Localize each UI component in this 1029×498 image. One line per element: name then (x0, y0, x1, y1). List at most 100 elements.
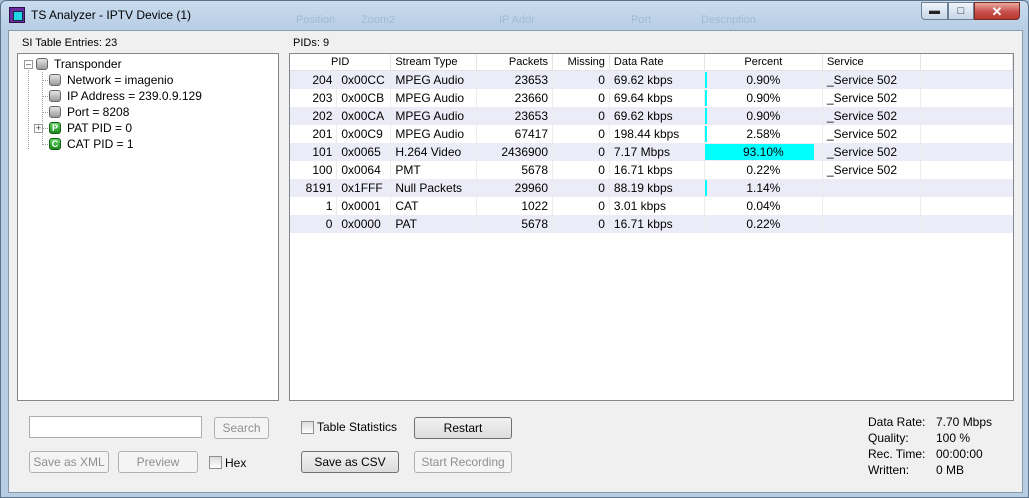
column-header-missing[interactable]: Missing (552, 54, 610, 71)
table-row[interactable]: 202 0x00CA MPEG Audio 23653 0 69.62 kbps 0.90%… (290, 107, 1013, 125)
table-row[interactable]: 100 0x0064 PMT 5678 0 16.71 kbps 0.22% _Service… (290, 161, 1013, 179)
percent-value: 93.10% (742, 145, 784, 159)
missing-cell: 0 (552, 89, 610, 107)
table-header-row: PID Stream Type Packets Missing Data Rat… (290, 54, 1013, 71)
table-row[interactable]: 1 0x0001 CAT 1022 0 3.01 kbps 0.04% (290, 197, 1013, 215)
column-header-percent[interactable]: Percent (704, 54, 823, 71)
table-row[interactable]: 204 0x00CC MPEG Audio 23653 0 69.62 kbps 0.90%… (290, 70, 1013, 89)
stream-type-cell: MPEG Audio (390, 125, 478, 143)
close-button[interactable]: ✕ (974, 2, 1020, 20)
stat-value-data-rate: 7.70 Mbps (936, 415, 993, 429)
table-statistics-label: Table Statistics (317, 420, 398, 434)
stream-type-cell: MPEG Audio (390, 107, 478, 125)
stream-type-cell: Null Packets (390, 179, 478, 197)
hex-checkbox[interactable] (209, 456, 222, 469)
close-icon: ✕ (991, 3, 1003, 19)
service-cell: _Service 502 (822, 143, 921, 161)
service-cell: _Service 502 (822, 161, 921, 179)
missing-cell: 0 (552, 215, 610, 233)
search-input[interactable] (29, 416, 202, 438)
table-row[interactable]: 0 0x0000 PAT 5678 0 16.71 kbps 0.22% (290, 215, 1013, 233)
percent-value: 2.58% (746, 127, 781, 141)
column-header-pid[interactable]: PID (290, 54, 392, 71)
tree-item-network[interactable]: Network = imagenio (49, 72, 173, 88)
missing-cell: 0 (552, 161, 610, 179)
hex-label: Hex (225, 456, 247, 470)
pid-hex-cell: 0x0001 (336, 197, 392, 215)
pids-header: PIDs: 9 (293, 37, 330, 49)
table-row[interactable]: 201 0x00C9 MPEG Audio 67417 0 198.44 kbps 2.58… (290, 125, 1013, 143)
stat-value-rec-time: 00:00:00 (936, 447, 983, 461)
packets-cell: 23653 (476, 107, 554, 125)
column-header-filler (920, 54, 1013, 71)
tree-item-ip-address[interactable]: IP Address = 239.0.9.129 (49, 88, 202, 104)
percent-cell: 0.90% (704, 70, 823, 89)
stat-value-written: 0 MB (936, 463, 965, 477)
percent-cell: 0.04% (704, 197, 823, 215)
save-as-xml-button[interactable]: Save as XML (29, 451, 109, 473)
pid-cell: 8191 (290, 179, 338, 197)
pid-cell: 1 (290, 197, 338, 215)
percent-value: 0.90% (746, 109, 781, 123)
missing-cell: 0 (552, 107, 610, 125)
column-header-stream-type[interactable]: Stream Type (390, 54, 478, 71)
table-statistics-checkbox[interactable] (301, 421, 314, 434)
pid-grid[interactable]: PID Stream Type Packets Missing Data Rat… (289, 53, 1014, 401)
stat-label-rec-time: Rec. Time: (868, 447, 926, 461)
data-rate-cell: 69.64 kbps (609, 89, 705, 107)
percent-value: 0.22% (746, 217, 781, 231)
maximize-button[interactable]: □ (948, 2, 974, 20)
client-area: SI Table Entries: 23 – Transponder Netwo… (8, 30, 1023, 493)
tree-item-label: IP Address = 239.0.9.129 (67, 89, 202, 103)
stream-type-cell: MPEG Audio (390, 89, 478, 107)
pid-hex-cell: 0x00CC (336, 70, 392, 89)
tree-item-label: Port = 8208 (67, 105, 130, 119)
green-c-icon: C (49, 138, 61, 150)
packets-cell: 23653 (476, 70, 554, 89)
column-header-data-rate[interactable]: Data Rate (609, 54, 705, 71)
collapse-toggle-icon[interactable]: – (24, 60, 33, 69)
ghost-header-label: Description (701, 14, 757, 26)
title-bar[interactable]: TS Analyzer - IPTV Device (1) Position Z… (1, 1, 1028, 29)
percent-value: 1.14% (746, 181, 781, 195)
stat-label-quality: Quality: (868, 431, 909, 445)
table-row[interactable]: 8191 0x1FFF Null Packets 29960 0 88.19 kbps 1.… (290, 179, 1013, 197)
window-title: TS Analyzer - IPTV Device (1) (31, 8, 192, 22)
table-row[interactable]: 203 0x00CB MPEG Audio 23660 0 69.64 kbps 0.90%… (290, 89, 1013, 107)
expand-toggle-icon[interactable]: + (34, 124, 43, 133)
tree-item-transponder[interactable]: Transponder (36, 56, 122, 72)
filler-cell (920, 197, 1012, 215)
tree-line (28, 67, 29, 149)
pid-cell: 202 (290, 107, 338, 125)
pid-cell: 0 (290, 215, 338, 233)
pid-hex-cell: 0x1FFF (336, 179, 392, 197)
restart-button[interactable]: Restart (414, 417, 512, 439)
pid-hex-cell: 0x0064 (336, 161, 392, 179)
stream-type-cell: PMT (390, 161, 478, 179)
save-as-csv-button[interactable]: Save as CSV (301, 451, 399, 473)
missing-cell: 0 (552, 197, 610, 215)
table-row[interactable]: 101 0x0065 H.264 Video 2436900 0 7.17 Mbps 93.… (290, 143, 1013, 161)
tree-item-label: PAT PID = 0 (67, 121, 133, 135)
preview-button[interactable]: Preview (118, 451, 198, 473)
si-tree-view[interactable]: – Transponder Network = imagenio IP Addr… (17, 53, 279, 401)
gray-node-icon (36, 58, 48, 70)
filler-cell (920, 143, 1013, 161)
pid-cell: 100 (290, 161, 338, 179)
tree-item-port[interactable]: Port = 8208 (49, 104, 129, 120)
search-button[interactable]: Search (214, 417, 269, 439)
filler-cell (920, 107, 1013, 125)
tree-item-cat-pid[interactable]: C CAT PID = 1 (49, 136, 134, 152)
tree-item-label: Transponder (54, 57, 122, 71)
column-header-service[interactable]: Service (822, 54, 921, 71)
minimize-button[interactable]: ▬ (921, 2, 948, 20)
stat-label-data-rate: Data Rate: (868, 415, 926, 429)
service-cell (822, 197, 921, 215)
ghost-header-label: Zoom2 (361, 14, 396, 26)
column-header-packets[interactable]: Packets (476, 54, 554, 71)
start-recording-button[interactable]: Start Recording (414, 451, 512, 473)
tree-item-pat-pid[interactable]: P PAT PID = 0 (49, 120, 132, 136)
gray-node-icon (49, 106, 61, 118)
data-rate-cell: 198.44 kbps (609, 125, 705, 143)
pid-cell: 201 (290, 125, 338, 143)
